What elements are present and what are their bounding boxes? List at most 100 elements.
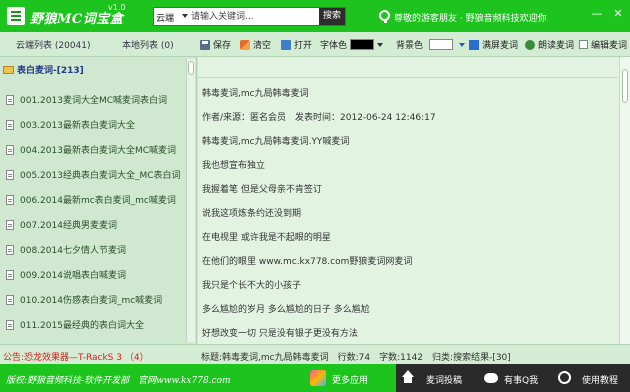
- search-scope-select[interactable]: 云端: [156, 11, 174, 24]
- list-item[interactable]: 010.2014伤感表白麦词_mc喊麦词: [6, 293, 162, 306]
- font-color-swatch[interactable]: [350, 39, 375, 50]
- list-item[interactable]: 011.2015最经典的表白词大全: [6, 318, 144, 331]
- lyric-line: 好想改变一切 只是没有银子更没有方法: [202, 329, 358, 339]
- list-item-label: 003.2013最新表白麦词大全: [20, 121, 135, 131]
- tutorial-button[interactable]: 使用教程: [582, 373, 618, 386]
- lyric-line: 说我这项炼条约还没到期: [202, 209, 302, 219]
- chevron-down-icon[interactable]: [377, 42, 384, 47]
- list-item[interactable]: 006.2014最新mc表白麦词_mc喊麦词: [6, 193, 176, 206]
- eraser-icon: [240, 39, 250, 50]
- menu-icon[interactable]: [7, 7, 25, 25]
- read-aloud-label: 朗读麦词: [538, 41, 575, 51]
- copyright-text: 版权:野狼音频科技-软件开发部 官网www.kx778.com: [6, 376, 231, 386]
- welcome-notice: 尊敬的游客朋友 · 野狼音频科技欢迎你: [394, 14, 547, 24]
- close-icon[interactable]: ✕: [612, 8, 624, 20]
- chat-icon: [484, 373, 498, 383]
- document-icon: [6, 119, 14, 130]
- list-item-label: 011.2015最经典的表白词大全: [20, 321, 144, 331]
- window-controls: — ✕: [591, 8, 624, 20]
- content-scrollbar[interactable]: [619, 57, 630, 344]
- list-scrollbar[interactable]: [186, 59, 195, 342]
- clear-label: 清空: [253, 41, 272, 51]
- lyric-line: 多么尴尬的岁月 多么尴尬的日子 多么尴尬: [202, 305, 370, 315]
- list-item[interactable]: 007.2014经典男麦麦词: [6, 218, 117, 231]
- announcement-link[interactable]: 公告:恐龙效果器—T-RackS 3 （4）: [3, 350, 149, 363]
- lyric-line: 在电视里 或许我是不起眼的明星: [202, 233, 331, 243]
- save-label: 保存: [213, 41, 232, 51]
- minimize-icon[interactable]: —: [591, 8, 603, 20]
- lyric-line: 我只是个长不大的小孩子: [202, 281, 302, 291]
- status-bar: 公告:恐龙效果器—T-RackS 3 （4） 标题:韩毒麦词,mc九局韩毒麦词 …: [0, 344, 630, 364]
- submit-icon: [402, 370, 414, 377]
- list-item-label: 008.2014七夕情人节麦词: [20, 246, 126, 256]
- fullscreen-label: 满屏麦词: [482, 41, 519, 51]
- document-icon: [6, 294, 14, 305]
- list-item[interactable]: 003.2013最新表白麦词大全: [6, 118, 135, 131]
- toolbar: 云端列表 (20041) 本地列表 (0) 保存 清空 打开 字体色 背景色 满…: [0, 32, 630, 57]
- edit-lyrics-checkbox[interactable]: [579, 40, 588, 49]
- category-header[interactable]: 表白麦词-[213]: [3, 63, 84, 76]
- edit-lyrics-label: 编辑麦词: [591, 41, 628, 51]
- title-bar: 野狼MC词宝盒 v1.0 云端 搜索 尊敬的游客朋友 · 野狼音频科技欢迎你 —…: [0, 0, 630, 32]
- bg-color-swatch[interactable]: [429, 39, 454, 50]
- lyric-meta-line: 作者/来源：匿名会员 发表时间：2012-06-24 12:46:17: [202, 113, 436, 123]
- list-item[interactable]: 008.2014七夕情人节麦词: [6, 243, 126, 256]
- document-icon: [6, 144, 14, 155]
- list-item-label: 010.2014伤感表白麦词_mc喊麦词: [20, 296, 163, 306]
- open-button[interactable]: 打开: [281, 38, 312, 51]
- lyric-title-line: 韩毒麦词,mc九局韩毒麦词: [202, 89, 309, 99]
- list-item[interactable]: 001.2013麦词大全MC喊麦词表白词: [6, 93, 167, 106]
- save-button[interactable]: 保存: [200, 38, 231, 51]
- content-scrollbar-thumb[interactable]: [622, 69, 628, 103]
- footer: 版权:野狼音频科技-软件开发部 官网www.kx778.com 更多应用 麦词投…: [0, 364, 630, 392]
- list-scrollbar-thumb[interactable]: [188, 61, 194, 75]
- lyrics-list-panel: 表白麦词-[213] 001.2013麦词大全MC喊麦词表白词 003.2013…: [0, 57, 197, 344]
- document-icon: [6, 194, 14, 205]
- list-item-label: 005.2013经典表白麦词大全_MC表白词: [20, 171, 181, 181]
- list-item[interactable]: 005.2013经典表白麦词大全_MC表白词: [6, 168, 181, 181]
- list-item[interactable]: 004.2013最新表白麦词大全MC喊麦词: [6, 143, 176, 156]
- submit-lyrics-button[interactable]: 麦词投稿: [426, 373, 462, 386]
- read-aloud-button[interactable]: 朗读麦词: [525, 38, 574, 51]
- clear-button[interactable]: 清空: [240, 38, 271, 51]
- app-version: v1.0: [108, 3, 126, 12]
- help-icon: [558, 371, 571, 384]
- edit-lyrics-toggle[interactable]: 编辑麦词: [579, 38, 627, 51]
- bg-color-picker[interactable]: 背景色: [396, 38, 466, 51]
- search-button[interactable]: 搜索: [319, 8, 345, 25]
- apps-icon[interactable]: [310, 370, 326, 386]
- speaker-icon: [525, 39, 535, 50]
- lyrics-content-panel[interactable]: 韩毒麦词,mc九局韩毒麦词 作者/来源：匿名会员 发表时间：2012-06-24…: [198, 57, 630, 344]
- document-icon: [6, 269, 14, 280]
- save-icon: [200, 39, 210, 50]
- list-item-label: 001.2013麦词大全MC喊麦词表白词: [20, 96, 167, 106]
- bg-color-label: 背景色: [396, 41, 424, 51]
- document-icon: [6, 319, 14, 330]
- folder-open-icon: [281, 39, 291, 50]
- list-item[interactable]: 009.2014说唱表白喊麦词: [6, 268, 126, 281]
- tab-local-list[interactable]: 本地列表 (0): [122, 38, 174, 51]
- tab-cloud-list[interactable]: 云端列表 (20041): [16, 38, 91, 51]
- more-apps-button[interactable]: 更多应用: [332, 373, 368, 386]
- list-item-label: 009.2014说唱表白喊麦词: [20, 271, 126, 281]
- notice-icon: [379, 10, 390, 23]
- document-icon: [6, 219, 14, 230]
- chevron-down-icon[interactable]: [459, 42, 466, 47]
- list-item-label: 006.2014最新mc表白麦词_mc喊麦词: [20, 196, 176, 206]
- folder-icon: [3, 65, 14, 74]
- lyric-line: 在他们的眼里 www.mc.kx778.com野狼麦词网麦词: [202, 257, 413, 267]
- category-label: 表白麦词-[213]: [17, 66, 84, 76]
- search-input[interactable]: [191, 9, 319, 24]
- list-item-label: 007.2014经典男麦麦词: [20, 221, 117, 231]
- footer-actions: 麦词投稿 有事Q我 使用教程: [396, 364, 630, 392]
- search-box: 云端 搜索: [153, 7, 346, 26]
- chevron-down-icon[interactable]: [182, 14, 188, 18]
- fullscreen-lyrics-button[interactable]: 满屏麦词: [469, 38, 518, 51]
- lyric-line: 韩毒麦词,mc九局韩毒麦词.YY喊麦词: [202, 137, 350, 147]
- document-icon: [6, 169, 14, 180]
- document-icon: [6, 94, 14, 105]
- font-color-picker[interactable]: 字体色: [320, 38, 384, 51]
- contact-qq-button[interactable]: 有事Q我: [504, 373, 538, 386]
- fullscreen-icon: [469, 39, 479, 50]
- lyric-line: 我也想宣布独立: [202, 161, 266, 171]
